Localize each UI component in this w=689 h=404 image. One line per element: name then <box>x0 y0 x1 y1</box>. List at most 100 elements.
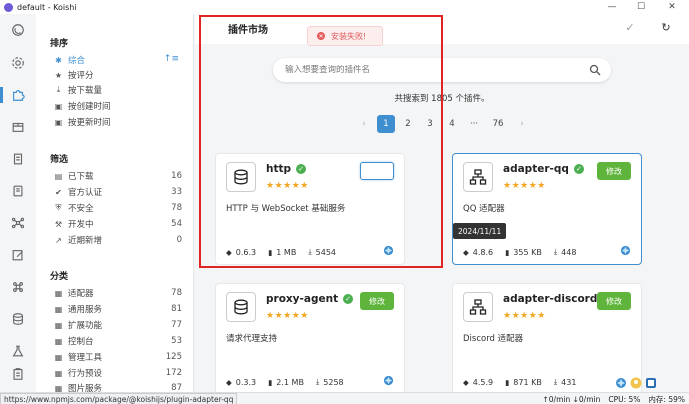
activity-home[interactable] <box>10 22 26 38</box>
sort-item-updated[interactable]: ▣ 按更新时间 <box>54 116 182 129</box>
page-button[interactable]: 76 <box>487 115 509 133</box>
search-icon[interactable] <box>589 64 601 76</box>
version-text: 0.6.3 <box>235 247 257 257</box>
plugin-card-proxy-agent[interactable]: proxy-agent ✓ ★★★★★ 修改 请求代理支持 ◆ 0.3.3 ▮ 2.1… <box>215 283 405 392</box>
pagination: ‹ 1 2 3 4 ··· 76 › <box>355 115 535 133</box>
page-button[interactable]: 1 <box>377 115 395 133</box>
title-bar: default - Koishi — ☐ ✕ <box>0 0 689 14</box>
download-icon: ⤓ <box>553 377 558 386</box>
plugin-card-adapter-discord[interactable]: adapter-discord✓ ★★★★★ 修改 Discord 适配器 ◆4… <box>452 283 642 392</box>
search-input[interactable] <box>285 65 585 75</box>
verified-icon: ✓ <box>343 294 354 304</box>
next-page-button[interactable]: › <box>513 115 531 133</box>
plugin-name[interactable]: adapter-qq ✓ <box>503 163 584 175</box>
activity-logs[interactable] <box>10 183 26 199</box>
plugin-version[interactable]: ◆ 0.6.3 <box>226 248 256 257</box>
plugin-card-adapter-qq[interactable]: adapter-qq ✓ ★★★★★ 修改 QQ 适配器 ◆ 4.8.6 ▮ 355 … <box>452 153 642 265</box>
category-item-adapter[interactable]: ▦ 适配器 78 <box>54 287 182 299</box>
maintainer-avatar-icon[interactable] <box>615 377 627 389</box>
plugin-version[interactable]: ◆ 4.8.6 <box>463 248 493 257</box>
page-ellipsis[interactable]: ··· <box>465 115 483 133</box>
flask-icon <box>12 345 24 357</box>
plugin-size: ▮ 871 KB <box>505 378 542 387</box>
check-icon[interactable]: ✓ <box>623 20 637 34</box>
category-item-preset[interactable]: ▦ 行为预设 172 <box>54 367 182 379</box>
activity-graph[interactable] <box>10 215 26 231</box>
close-button[interactable]: ✕ <box>661 0 683 14</box>
calendar-icon: ▣ <box>54 101 63 111</box>
category-item-count: 78 <box>171 288 182 298</box>
maintainer-avatar-icon[interactable] <box>645 377 657 389</box>
asterisk-icon: ✱ <box>55 55 62 65</box>
prev-page-button[interactable]: ‹ <box>355 115 373 133</box>
plugin-downloads: ⤓ 5454 <box>308 247 336 257</box>
refresh-icon[interactable]: ↻ <box>659 20 673 34</box>
minimize-button[interactable]: — <box>601 0 623 14</box>
modify-button[interactable]: 修改 <box>597 162 631 180</box>
activity-dependencies[interactable] <box>10 119 26 135</box>
category-item-service[interactable]: ▦ 通用服务 81 <box>54 303 182 315</box>
plugin-rating: ★★★★★ <box>266 181 309 191</box>
maintainer-avatar-icon[interactable] <box>383 245 394 256</box>
maintainer-avatar-icon[interactable] <box>630 377 642 389</box>
activity-clipboard[interactable] <box>10 366 26 382</box>
plugin-name[interactable]: adapter-discord✓ <box>503 293 613 305</box>
size-text: 2.1 MB <box>276 377 304 387</box>
plugin-avatar <box>463 292 493 322</box>
toast-text: 安装失败! <box>331 31 367 41</box>
category-item-manage[interactable]: ▦ 管理工具 125 <box>54 351 182 363</box>
memory-usage: 内存: 59% <box>648 394 685 404</box>
install-button[interactable] <box>360 162 394 180</box>
market-main: 插件市场 ✓ ↻ ✕ 安装失败! 共搜索到 1805 个插件。 ‹ 1 2 3 … <box>195 14 689 392</box>
sort-item-rating[interactable]: ★ 按评分 <box>54 69 182 82</box>
modify-button[interactable]: 修改 <box>360 292 394 310</box>
category-item-label: 适配器 <box>68 289 94 299</box>
activity-market[interactable] <box>10 87 26 103</box>
category-item-console[interactable]: ▦ 控制台 53 <box>54 335 182 347</box>
category-item-label: 行为预设 <box>68 369 103 379</box>
activity-settings[interactable] <box>10 55 26 71</box>
plugin-size: ▮ 355 KB <box>505 248 542 257</box>
plugin-name[interactable]: http ✓ <box>266 163 307 175</box>
page-button[interactable]: 4 <box>443 115 461 133</box>
page-button[interactable]: 2 <box>399 115 417 133</box>
verified-icon: ✓ <box>296 164 307 174</box>
activity-commands[interactable] <box>10 279 26 295</box>
download-icon: ⤓ <box>308 247 312 256</box>
plugin-meta: ◆ 0.3.3 ▮ 2.1 MB ⤓ 5258 <box>226 377 356 387</box>
sort-item-downloads[interactable]: ⤓ 按下载量 <box>54 84 182 96</box>
tag-icon: ◆ <box>226 247 232 257</box>
page-button[interactable]: 3 <box>421 115 439 133</box>
filter-item-verified[interactable]: ✔ 官方认证 33 <box>54 186 182 198</box>
plugin-version[interactable]: ◆ 0.3.3 <box>226 378 256 387</box>
filter-item-insecure[interactable]: ⛨ 不安全 78 <box>54 202 183 214</box>
filter-item-installed[interactable]: ▤ 已下载 16 <box>54 170 182 182</box>
plugin-downloads: ⤓ 431 <box>554 377 577 387</box>
modify-button[interactable]: 修改 <box>597 292 631 310</box>
plugin-name-text: proxy-agent <box>266 293 339 305</box>
file-icon: ▮ <box>505 247 510 257</box>
sort-item-created[interactable]: ▣ 按创建时间 <box>54 100 182 113</box>
activity-edit[interactable] <box>10 247 26 263</box>
category-item-image[interactable]: ▦ 图片服务 87 <box>54 382 182 392</box>
sort-item-overall[interactable]: ✱ 综合 <box>54 54 182 67</box>
maintainer-avatar-icon[interactable] <box>620 245 631 256</box>
activity-sandbox[interactable] <box>10 343 26 359</box>
category-item-extension[interactable]: ▦ 扩展功能 77 <box>54 319 182 331</box>
plugin-card-http[interactable]: http ✓ ★★★★★ HTTP 与 WebSocket 基础服务 ◆ 0.6.3… <box>215 153 405 265</box>
tag-icon: ◆ <box>463 377 469 387</box>
filter-item-developing[interactable]: ⚒ 开发中 54 <box>54 218 182 230</box>
activity-files[interactable] <box>10 151 26 167</box>
version-text: 4.5.9 <box>472 377 494 387</box>
maximize-button[interactable]: ☐ <box>630 0 652 14</box>
version-text: 0.3.3 <box>235 377 257 387</box>
filter-item-count: 54 <box>171 219 182 229</box>
filter-item-recent[interactable]: ↗ 近期新增 0 <box>54 234 182 246</box>
maintainer-avatar-icon[interactable] <box>383 375 394 386</box>
puzzle-icon <box>13 90 25 101</box>
plugin-name[interactable]: proxy-agent ✓ <box>266 293 354 305</box>
search-box <box>273 58 611 82</box>
activity-database[interactable] <box>10 311 26 327</box>
plugin-version[interactable]: ◆ 4.5.9 <box>463 378 493 387</box>
download-icon: ⤓ <box>315 377 320 386</box>
